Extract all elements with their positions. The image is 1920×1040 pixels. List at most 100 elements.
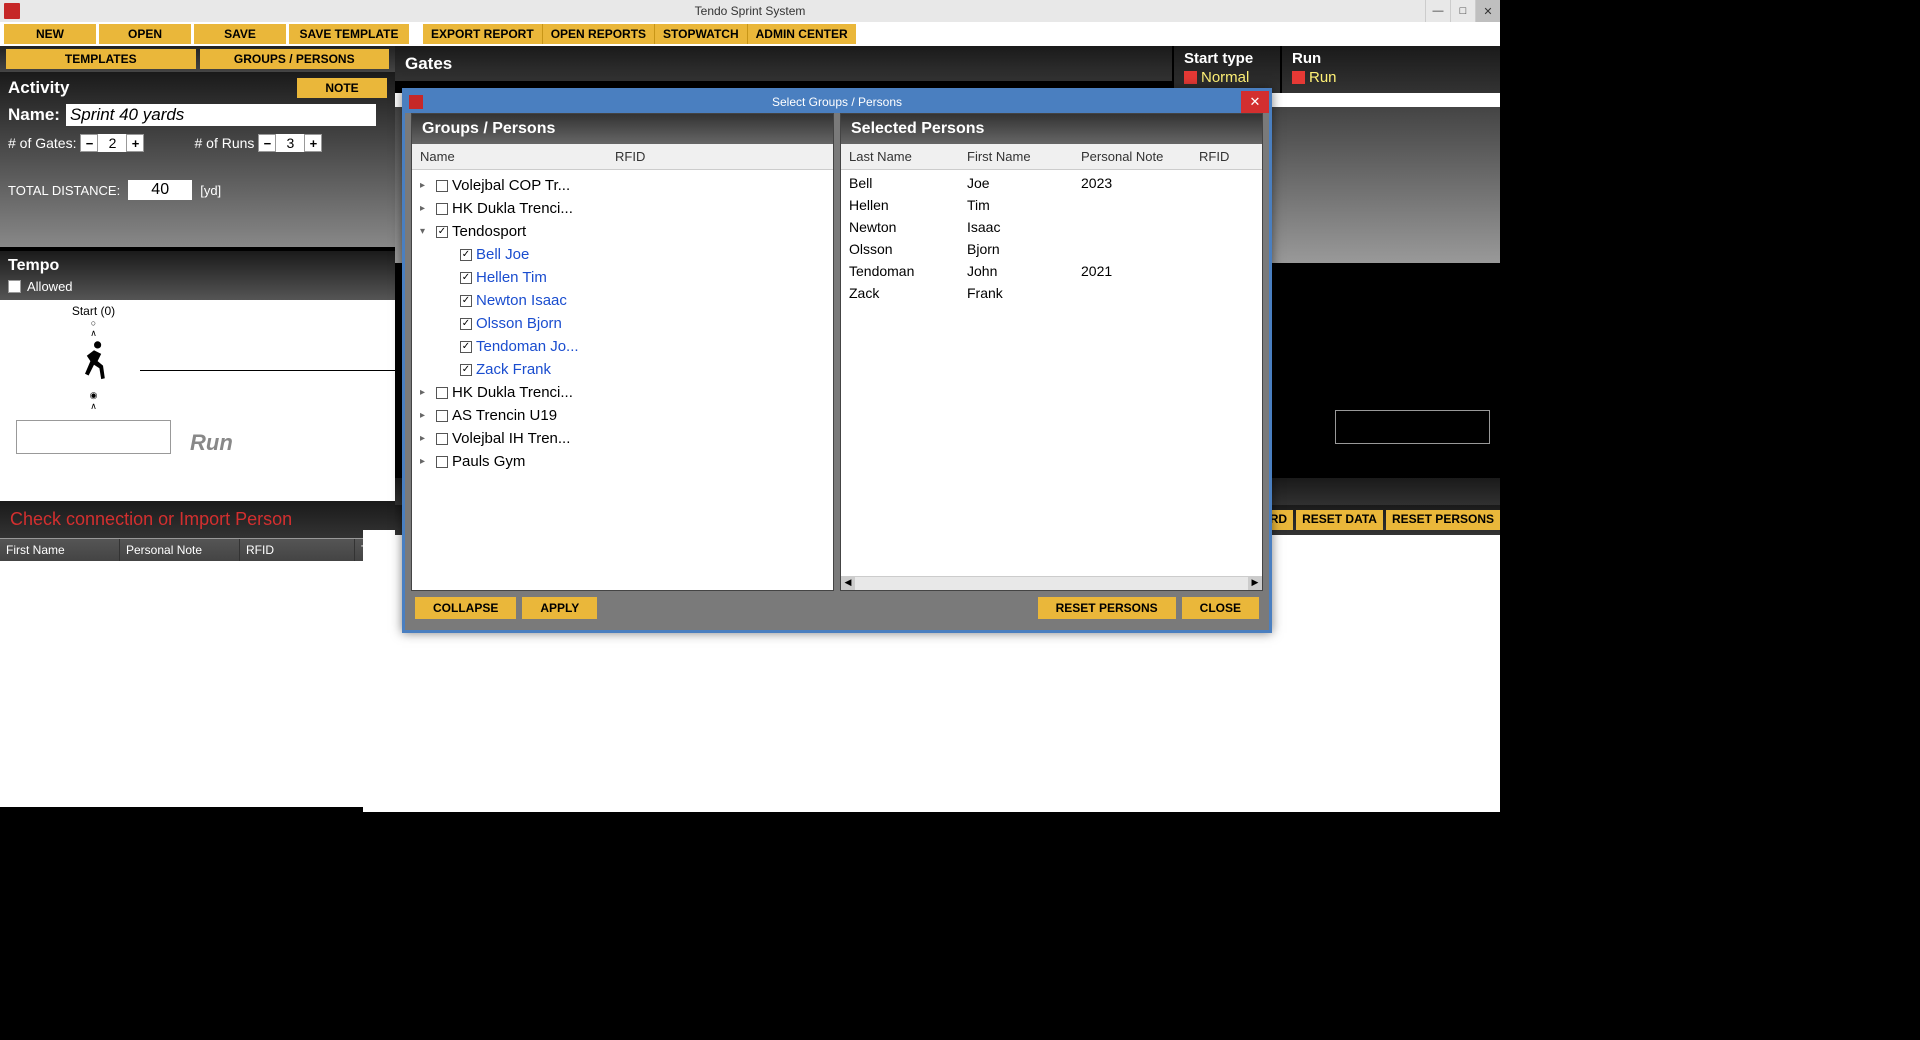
new-button[interactable]: NEW [4, 24, 96, 44]
reset-data-button[interactable]: RESET DATA [1296, 510, 1383, 530]
expand-icon[interactable]: ▸ [420, 433, 432, 444]
expand-icon[interactable]: ▸ [420, 180, 432, 191]
tree-person-row[interactable]: Hellen Tim [420, 266, 825, 289]
scroll-right-icon[interactable]: ▶ [1248, 577, 1262, 590]
dialog-close-button[interactable]: ✕ [1241, 91, 1269, 113]
start-gate: Start (0) ○∧ ◉∧ [16, 304, 171, 454]
activity-header: Activity [8, 78, 69, 98]
apply-button[interactable]: APPLY [522, 597, 597, 619]
activity-name-input[interactable] [66, 104, 376, 126]
reset-persons-button[interactable]: RESET PERSONS [1038, 597, 1176, 619]
expand-icon[interactable]: ▸ [420, 456, 432, 467]
selected-person-row[interactable]: BellJoe2023 [841, 172, 1262, 194]
selected-persons-table[interactable]: BellJoe2023HellenTimNewtonIsaacOlssonBjo… [841, 170, 1262, 576]
th-rfid[interactable]: RFID [607, 149, 653, 164]
open-button[interactable]: OPEN [99, 24, 191, 44]
close-button[interactable]: ✕ [1475, 0, 1500, 22]
person-table-header: First Name Personal Note RFID Total [0, 538, 395, 561]
th-rfid[interactable]: RFID [1191, 149, 1237, 164]
tree-group-row[interactable]: ▸HK Dukla Trenci... [420, 197, 825, 220]
th-personal-note[interactable]: Personal Note [1073, 149, 1191, 164]
expand-icon[interactable]: ▸ [420, 203, 432, 214]
reset-persons-button-main[interactable]: RESET PERSONS [1386, 510, 1500, 530]
tree-person-row[interactable]: Tendoman Jo... [420, 335, 825, 358]
selected-person-row[interactable]: OlssonBjorn [841, 238, 1262, 260]
groups-tree[interactable]: ▸Volejbal COP Tr...▸HK Dukla Trenci...▾T… [412, 170, 833, 590]
selected-person-row[interactable]: NewtonIsaac [841, 216, 1262, 238]
tree-person-row[interactable]: Zack Frank [420, 358, 825, 381]
tempo-panel: Tempo Allowed Start (0) ○∧ ◉∧ Run [0, 251, 395, 501]
tree-group-row[interactable]: ▾Tendosport [420, 220, 825, 243]
th-personal-note[interactable]: Personal Note [120, 539, 240, 561]
th-name[interactable]: Name [412, 149, 607, 164]
groups-persons-button[interactable]: GROUPS / PERSONS [200, 49, 390, 69]
admin-center-button[interactable]: ADMIN CENTER [748, 24, 856, 44]
runs-spinner[interactable]: − 3 + [258, 134, 322, 152]
maximize-button[interactable]: □ [1450, 0, 1475, 22]
tree-person-row[interactable]: Bell Joe [420, 243, 825, 266]
expand-icon[interactable]: ▸ [420, 410, 432, 421]
warning-message: Check connection or Import Person [0, 501, 395, 538]
th-last-name[interactable]: Last Name [841, 149, 959, 164]
checkbox-icon[interactable] [436, 387, 448, 399]
tree-person-row[interactable]: Newton Isaac [420, 289, 825, 312]
checkbox-icon[interactable] [460, 364, 472, 376]
th-rfid[interactable]: RFID [240, 539, 355, 561]
cell-personal-note [1073, 197, 1191, 213]
note-button[interactable]: NOTE [297, 78, 387, 98]
minimize-button[interactable]: — [1425, 0, 1450, 22]
runs-label: # of Runs [194, 135, 254, 151]
selected-persons-panel: Selected Persons Last Name First Name Pe… [840, 113, 1263, 591]
checkbox-icon[interactable] [460, 341, 472, 353]
templates-button[interactable]: TEMPLATES [6, 49, 196, 69]
run-box: Run Run [1280, 46, 1500, 93]
gates-spinner[interactable]: − 2 + [80, 134, 144, 152]
save-template-button[interactable]: SAVE TEMPLATE [289, 24, 409, 44]
checkbox-icon[interactable] [436, 433, 448, 445]
open-reports-button[interactable]: OPEN REPORTS [543, 24, 655, 44]
selected-person-row[interactable]: TendomanJohn2021 [841, 260, 1262, 282]
checkbox-icon[interactable] [460, 272, 472, 284]
checkbox-icon[interactable] [460, 295, 472, 307]
expand-icon[interactable]: ▸ [420, 387, 432, 398]
run-label: Run [190, 430, 233, 456]
th-first-name[interactable]: First Name [0, 539, 120, 561]
tempo-allowed-checkbox[interactable]: Allowed [8, 279, 387, 294]
selected-person-row[interactable]: ZackFrank [841, 282, 1262, 304]
scroll-left-icon[interactable]: ◀ [841, 577, 855, 590]
runs-decr[interactable]: − [258, 134, 276, 152]
export-report-button[interactable]: EXPORT REPORT [423, 24, 543, 44]
tree-group-row[interactable]: ▸Volejbal COP Tr... [420, 174, 825, 197]
checkbox-icon[interactable] [436, 203, 448, 215]
tree-group-row[interactable]: ▸Pauls Gym [420, 450, 825, 473]
runs-incr[interactable]: + [304, 134, 322, 152]
run-line [140, 370, 400, 371]
main-toolbar: NEW OPEN SAVE SAVE TEMPLATE EXPORT REPOR… [0, 22, 1500, 46]
cell-first-name: Joe [959, 175, 1073, 191]
expand-icon[interactable]: ▾ [420, 226, 432, 237]
tree-group-row[interactable]: ▸AS Trencin U19 [420, 404, 825, 427]
checkbox-icon[interactable] [436, 226, 448, 238]
tree-group-row[interactable]: ▸HK Dukla Trenci... [420, 381, 825, 404]
stopwatch-button[interactable]: STOPWATCH [655, 24, 748, 44]
selected-person-row[interactable]: HellenTim [841, 194, 1262, 216]
checkbox-icon[interactable] [436, 456, 448, 468]
close-dialog-button[interactable]: CLOSE [1182, 597, 1259, 619]
checkbox-icon[interactable] [436, 410, 448, 422]
checkbox-icon[interactable] [460, 318, 472, 330]
gates-incr[interactable]: + [126, 134, 144, 152]
tree-group-row[interactable]: ▸Volejbal IH Tren... [420, 427, 825, 450]
tree-person-row[interactable]: Olsson Bjorn [420, 312, 825, 335]
distance-value: 40 [128, 180, 192, 200]
checkbox-icon[interactable] [436, 180, 448, 192]
checkbox-icon[interactable] [460, 249, 472, 261]
th-first-name[interactable]: First Name [959, 149, 1073, 164]
gates-decr[interactable]: − [80, 134, 98, 152]
collapse-button[interactable]: COLLAPSE [415, 597, 516, 619]
horizontal-scrollbar[interactable]: ◀ ▶ [841, 576, 1262, 590]
dialog-titlebar[interactable]: Select Groups / Persons ✕ [405, 91, 1269, 113]
person-name: Hellen Tim [476, 269, 547, 286]
finish-gate-input[interactable] [1335, 410, 1490, 444]
start-gate-input[interactable] [16, 420, 171, 454]
save-button[interactable]: SAVE [194, 24, 286, 44]
